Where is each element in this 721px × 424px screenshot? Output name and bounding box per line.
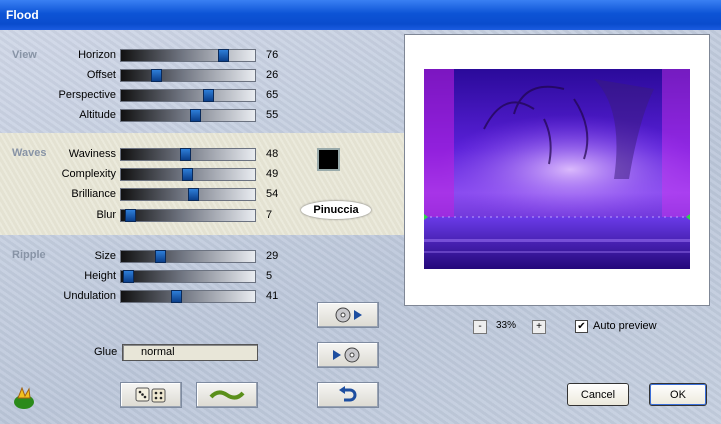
app-icon bbox=[14, 386, 34, 409]
slider-thumb[interactable] bbox=[189, 109, 201, 122]
slider-track[interactable] bbox=[120, 250, 256, 263]
slider-thumb[interactable] bbox=[170, 290, 182, 303]
slider-label: Undulation bbox=[63, 290, 116, 302]
auto-preview-label: Auto preview bbox=[593, 320, 657, 332]
reset-button[interactable] bbox=[196, 382, 258, 408]
cd-prev-icon bbox=[333, 347, 360, 363]
slider-track[interactable] bbox=[120, 209, 256, 222]
slider-value: 49 bbox=[266, 168, 279, 180]
slider-thumb[interactable] bbox=[125, 209, 137, 222]
slider-track[interactable] bbox=[120, 148, 256, 161]
preview-panel bbox=[404, 34, 710, 306]
slider-thumb[interactable] bbox=[217, 49, 229, 62]
slider-label: Horizon bbox=[78, 49, 116, 61]
logo: Pinuccia bbox=[301, 201, 371, 219]
undo-button[interactable] bbox=[317, 382, 379, 408]
slider-thumb[interactable] bbox=[188, 188, 200, 201]
zoom-out-button[interactable]: - bbox=[473, 320, 487, 334]
slider-thumb[interactable] bbox=[122, 270, 134, 283]
auto-preview-checkbox[interactable]: ✔ bbox=[575, 320, 588, 333]
slider-track[interactable] bbox=[120, 49, 256, 62]
slider-thumb[interactable] bbox=[150, 69, 162, 82]
slider-label: Complexity bbox=[61, 168, 116, 180]
slider-value: 48 bbox=[266, 148, 279, 160]
slider-value: 41 bbox=[266, 290, 279, 302]
slider-label: Brilliance bbox=[71, 188, 116, 200]
slider-track[interactable] bbox=[120, 188, 256, 201]
randomize-button[interactable] bbox=[120, 382, 182, 408]
window-title: Flood bbox=[6, 8, 39, 22]
slider-thumb[interactable] bbox=[181, 168, 193, 181]
slider-value: 7 bbox=[266, 209, 273, 221]
slider-label: Altitude bbox=[79, 109, 116, 121]
undo-icon bbox=[339, 386, 357, 402]
slider-track[interactable] bbox=[120, 270, 256, 283]
slider-label: Size bbox=[94, 250, 116, 262]
ok-button[interactable]: OK bbox=[649, 383, 707, 406]
flood-dialog: Flood View Waves Ripple Horizon 76 Offset 2… bbox=[0, 0, 721, 424]
cd-next-icon bbox=[335, 307, 362, 323]
slider-track[interactable] bbox=[120, 69, 256, 82]
cancel-button[interactable]: Cancel bbox=[567, 383, 629, 406]
glue-label: Glue bbox=[94, 346, 118, 358]
slider-value: 54 bbox=[266, 188, 279, 200]
slider-track[interactable] bbox=[120, 290, 256, 303]
zoom-level: 33% bbox=[496, 320, 517, 331]
prev-preset-button[interactable] bbox=[317, 342, 379, 368]
wave-icon bbox=[209, 390, 245, 400]
slider-value: 29 bbox=[266, 250, 279, 262]
slider-thumb[interactable] bbox=[180, 148, 192, 161]
color-swatch[interactable] bbox=[317, 148, 340, 171]
slider-value: 5 bbox=[266, 270, 273, 282]
slider-value: 65 bbox=[266, 89, 279, 101]
slider-label: Offset bbox=[86, 69, 116, 81]
title-bar: Flood bbox=[0, 0, 721, 30]
slider-thumb[interactable] bbox=[154, 250, 166, 263]
zoom-in-button[interactable]: + bbox=[532, 320, 546, 334]
slider-label: Waviness bbox=[68, 148, 116, 160]
slider-value: 26 bbox=[266, 69, 279, 81]
slider-track[interactable] bbox=[120, 168, 256, 181]
dice-icon bbox=[135, 387, 166, 403]
glue-value: normal bbox=[141, 346, 175, 358]
slider-label: Perspective bbox=[58, 89, 116, 101]
preview-image[interactable] bbox=[424, 69, 690, 269]
slider-track[interactable] bbox=[120, 89, 256, 102]
slider-value: 76 bbox=[266, 49, 279, 61]
slider-thumb[interactable] bbox=[203, 89, 215, 102]
slider-label: Height bbox=[84, 270, 116, 282]
slider-track[interactable] bbox=[120, 109, 256, 122]
slider-label: Blur bbox=[96, 209, 116, 221]
glue-select[interactable]: normal bbox=[122, 344, 258, 361]
next-preset-button[interactable] bbox=[317, 302, 379, 328]
slider-value: 55 bbox=[266, 109, 279, 121]
